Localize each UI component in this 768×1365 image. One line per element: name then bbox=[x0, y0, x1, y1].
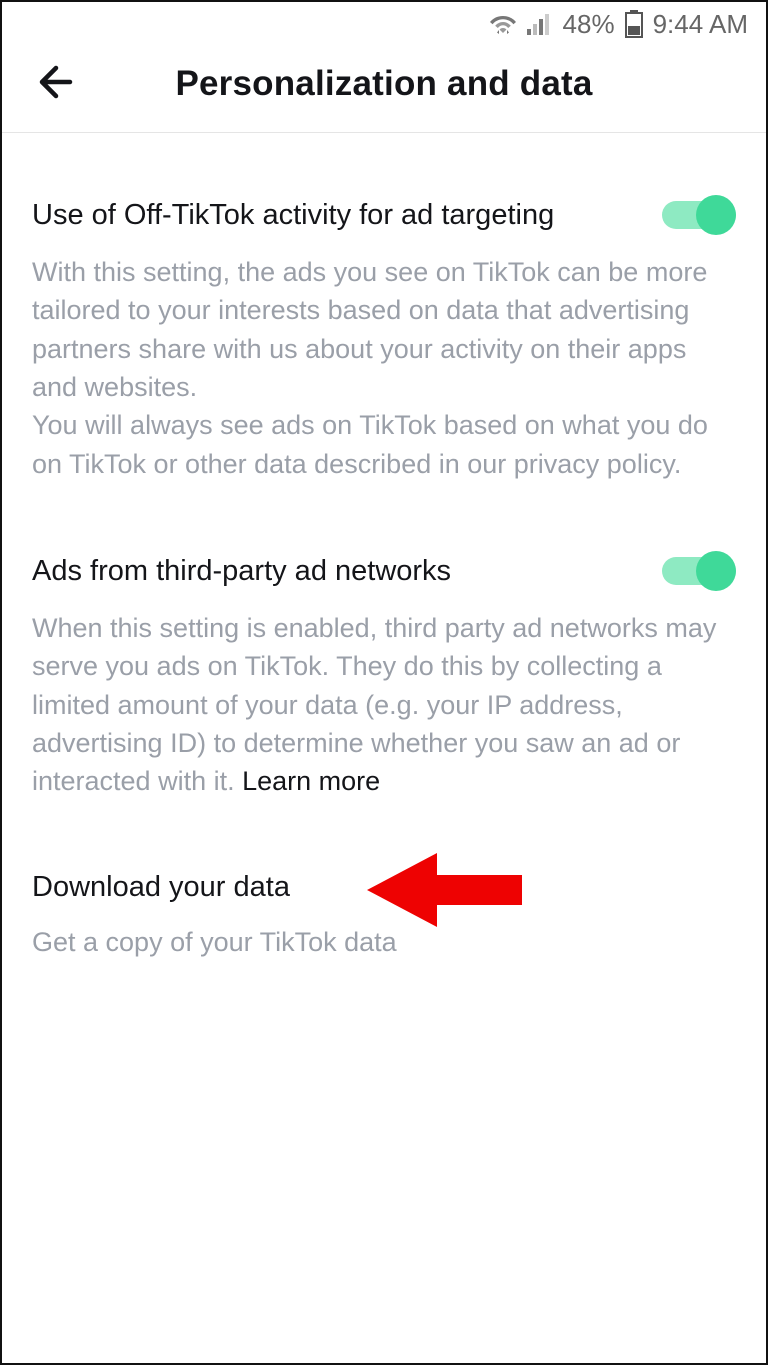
toggle-third-party-ads[interactable] bbox=[662, 551, 736, 591]
page-title: Personalization and data bbox=[32, 64, 736, 104]
toggle-off-tiktok-activity[interactable] bbox=[662, 195, 736, 235]
nav-bar: Personalization and data bbox=[2, 46, 766, 133]
setting-title: Ads from third-party ad networks bbox=[32, 553, 451, 589]
signal-icon bbox=[527, 13, 553, 35]
wifi-icon bbox=[489, 13, 517, 35]
settings-content: Use of Off-TikTok activity for ad target… bbox=[2, 133, 766, 1029]
setting-desc: When this setting is enabled, third part… bbox=[32, 609, 736, 801]
back-button[interactable] bbox=[32, 60, 76, 109]
setting-download-data[interactable]: Download your data Get a copy of your Ti… bbox=[32, 869, 736, 962]
battery-percent: 48% bbox=[563, 9, 615, 40]
learn-more-link[interactable]: Learn more bbox=[242, 766, 380, 796]
clock-time: 9:44 AM bbox=[653, 9, 748, 40]
setting-title: Download your data bbox=[32, 869, 290, 905]
battery-icon bbox=[625, 10, 643, 38]
status-bar: 48% 9:44 AM bbox=[2, 2, 766, 46]
setting-desc: Get a copy of your TikTok data bbox=[32, 923, 736, 961]
setting-off-tiktok-activity[interactable]: Use of Off-TikTok activity for ad target… bbox=[32, 195, 736, 483]
setting-desc: With this setting, the ads you see on Ti… bbox=[32, 253, 736, 483]
setting-third-party-ads[interactable]: Ads from third-party ad networks When th… bbox=[32, 551, 736, 801]
setting-title: Use of Off-TikTok activity for ad target… bbox=[32, 197, 554, 233]
